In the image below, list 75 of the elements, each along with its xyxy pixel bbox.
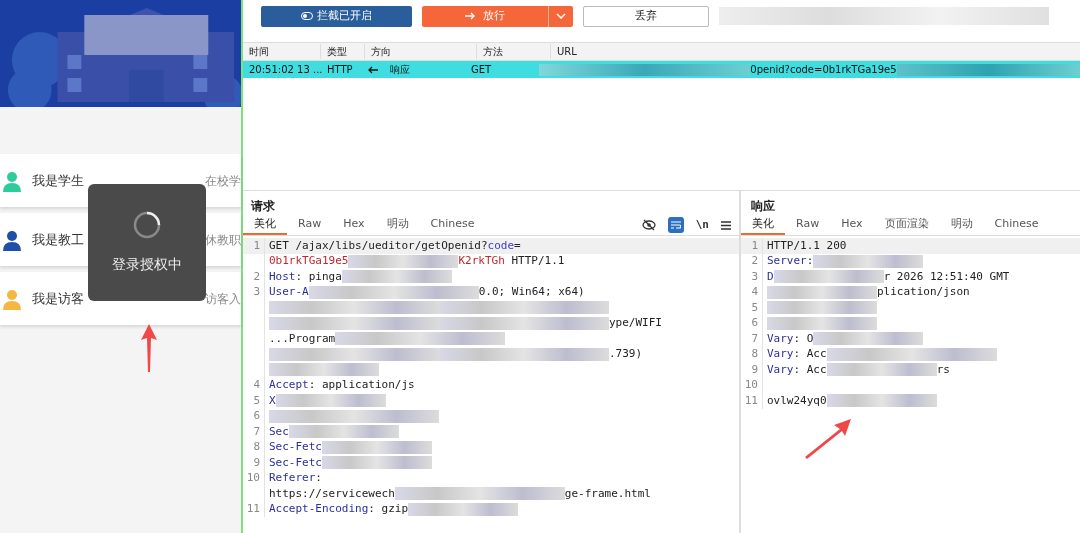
line-number: 5 (751, 299, 758, 316)
table-cell-text: 响应 (389, 63, 410, 77)
code-text: : (806, 253, 814, 269)
code-text: rs (936, 361, 950, 378)
code-text: 0.0; Win64; x64) (478, 284, 585, 300)
code-text: r 2026 12:51:40 GMT (883, 268, 1010, 285)
code-text: code (487, 237, 515, 254)
line-number: 5 (253, 392, 260, 409)
line-number: 6 (751, 315, 758, 331)
code-text: ge-frame.html (564, 485, 651, 502)
code-text: X (269, 392, 276, 409)
role-label: 我是教工 (32, 230, 84, 249)
line-number: 10 (246, 470, 260, 486)
line-number: 6 (253, 408, 260, 424)
code-text: Sec-Fetc (269, 454, 322, 471)
line-number: 11 (744, 392, 758, 409)
code-text: Accept-Encoding (269, 501, 369, 517)
code-text: Accept (269, 377, 309, 393)
code-text: : O (793, 330, 814, 347)
code-text: GET /ajax/libs/ueditor/getOpenid? (269, 237, 488, 254)
role-label: 我是访客 (32, 289, 84, 308)
code-text: : Acc (793, 346, 827, 362)
line-number: 11 (246, 501, 260, 517)
line-number: 4 (253, 377, 260, 393)
code-text: Sec (269, 423, 289, 440)
line-number: 1 (253, 237, 260, 254)
code-text: HTTP/1.1 200 (767, 237, 847, 254)
role-note: 在校学 (205, 172, 241, 190)
toast-text: 登录授权中 (112, 255, 182, 274)
table-cell-text: 20:51:02 13 ... (248, 63, 321, 77)
line-number: 8 (751, 346, 758, 362)
code-text: : gzip (368, 501, 409, 517)
table-cell-text: HTTP (326, 63, 354, 77)
line-number: 2 (253, 268, 260, 285)
line-number: 8 (253, 439, 260, 455)
code-text: Vary (767, 361, 794, 378)
code-text: ype/WIFI (609, 315, 662, 331)
line-number: 1 (751, 237, 758, 254)
line-number: 4 (751, 284, 758, 300)
table-cell-text: GET (470, 63, 493, 77)
code-text: : application/js (308, 377, 415, 393)
panel-title: 请求 (251, 198, 275, 215)
line-number: 7 (253, 423, 260, 440)
code-text: Host (269, 268, 296, 285)
code-text: ...Program (269, 330, 336, 347)
code-text: ovlw24yq0 (767, 392, 827, 409)
code-text: = (514, 237, 521, 254)
role-note: 休教职 (205, 231, 241, 249)
panel-title: 响应 (751, 198, 775, 215)
code-text: User-A (269, 284, 309, 300)
code-text: : pinga (295, 268, 342, 285)
code-text: plication/json (877, 284, 970, 300)
code-text: : (315, 470, 322, 486)
table-cell-text: 0penid?code=0b1rkTGa19e5 (750, 63, 897, 77)
line-number: 2 (751, 253, 758, 269)
code-text: Vary (767, 330, 794, 347)
code-text: .739) (609, 346, 643, 362)
code-text: HTTP/1.1 (510, 253, 565, 269)
code-text: 0b1rkTGa19e5 (269, 253, 349, 269)
line-number: 9 (253, 454, 260, 471)
code-text: Vary (767, 346, 794, 362)
line-number: 3 (751, 268, 758, 285)
role-note: 访客入 (205, 290, 241, 308)
code-text: Sec-Fetc (269, 439, 322, 455)
code-text: Server (767, 253, 807, 269)
code-text: Referer (269, 470, 316, 486)
code-text: D (767, 268, 774, 285)
line-number: 3 (253, 284, 260, 300)
code-text: : Acc (793, 361, 827, 378)
line-number: 9 (751, 361, 758, 378)
role-label: 我是学生 (32, 171, 84, 190)
line-number: 10 (744, 377, 758, 393)
line-number: 7 (751, 330, 758, 347)
code-text: https://servicewech (269, 485, 395, 502)
code-text: K2rkTGh (458, 253, 505, 269)
